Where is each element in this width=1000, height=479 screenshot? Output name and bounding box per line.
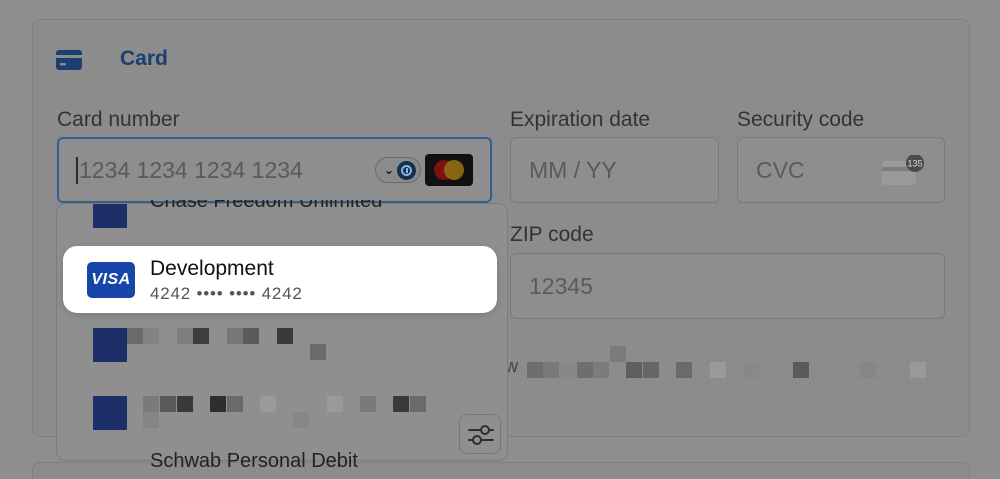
autofill-item-partial-bottom[interactable]: Schwab Personal Debit [150, 450, 358, 473]
autofill-card-name: Development [150, 257, 274, 280]
chevron-down-icon: ⌄ [384, 163, 395, 177]
expiration-input[interactable]: MM / YY [510, 137, 719, 203]
card-brand-icon [93, 396, 127, 430]
mastercard-icon [425, 154, 473, 186]
cvc-badge: 135 [907, 159, 922, 169]
visa-icon: VISA [87, 262, 135, 298]
autofill-dropdown [56, 203, 508, 461]
card-number-label: Card number [57, 108, 180, 131]
autofill-card-number: 4242 •••• •••• 4242 [150, 284, 303, 303]
expiration-placeholder: MM / YY [529, 156, 617, 183]
card-number-placeholder: 1234 1234 1234 1234 [79, 156, 303, 183]
text-caret [76, 157, 78, 184]
onepassword-icon [397, 160, 416, 180]
security-code-label: Security code [737, 108, 865, 131]
cvc-card-icon: 135 [882, 155, 924, 185]
cvc-placeholder: CVC [756, 156, 805, 183]
expiration-label: Expiration date [510, 108, 651, 131]
card-brand-icon [93, 204, 127, 228]
card-tab-label[interactable]: Card [120, 47, 168, 71]
zip-input[interactable]: 12345 [510, 253, 945, 319]
card-brand-icon [93, 460, 127, 461]
sliders-icon [468, 425, 494, 445]
card-icon [56, 50, 82, 70]
card-tab[interactable] [56, 44, 82, 76]
password-manager-button[interactable]: ⌄ [375, 157, 421, 183]
zip-label: ZIP code [510, 223, 594, 246]
zip-placeholder: 12345 [529, 272, 593, 299]
autofill-settings-button[interactable] [459, 414, 501, 454]
card-brand-icon [93, 328, 127, 362]
